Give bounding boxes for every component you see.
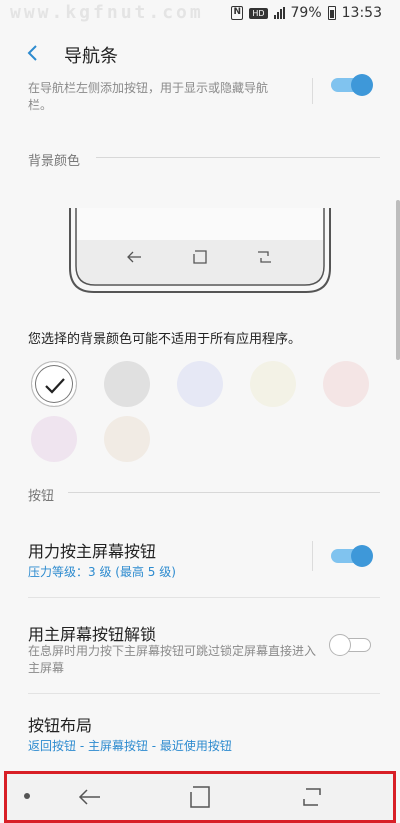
nav-bar-highlight	[4, 771, 396, 823]
battery-icon	[327, 6, 336, 20]
toggle-knob	[351, 545, 373, 567]
hide-nav-description: 在导航栏左侧添加按钮，用于显示或隐藏导航栏。	[28, 81, 269, 112]
color-swatch-lilac[interactable]	[31, 416, 77, 462]
section-header-background-color: 背景颜色	[28, 154, 81, 169]
section-divider	[68, 492, 380, 493]
row-divider	[28, 693, 380, 694]
status-time: 13:53	[341, 5, 382, 21]
scrollbar-thumb[interactable]	[396, 200, 400, 360]
color-swatch-beige[interactable]	[104, 416, 150, 462]
unlock-toggle[interactable]	[329, 634, 371, 656]
toggle-knob	[329, 634, 351, 656]
hide-nav-toggle[interactable]	[331, 74, 373, 96]
color-swatch-lavender[interactable]	[177, 361, 223, 407]
back-button[interactable]	[18, 38, 48, 68]
unlock-title: 用主屏幕按钮解锁	[28, 625, 157, 644]
pressure-level: 压力等级：3 级 (最高 5 级)	[28, 565, 176, 579]
row-divider	[28, 597, 380, 598]
pressure-toggle[interactable]	[331, 545, 373, 567]
section-header-buttons: 按钮	[28, 489, 55, 504]
divider	[312, 78, 313, 104]
divider	[312, 541, 313, 571]
button-layout-title: 按钮布局	[28, 716, 93, 735]
color-swatch-gray[interactable]	[104, 361, 150, 407]
pressure-title: 用力按主屏幕按钮	[28, 542, 157, 561]
signal-icon	[273, 7, 285, 19]
battery-percent: 79%	[290, 5, 322, 21]
color-note: 您选择的背景颜色可能不适用于所有应用程序。	[28, 332, 302, 347]
hd-voice-icon: HD	[249, 7, 268, 19]
nfc-icon: N	[231, 6, 244, 20]
chevron-left-icon	[27, 45, 37, 61]
check-icon	[45, 378, 65, 394]
watermark: www.kgfnut.com	[10, 2, 204, 23]
color-swatch-cream[interactable]	[250, 361, 296, 407]
color-swatch-pink[interactable]	[323, 361, 369, 407]
unlock-description: 在息屏时用力按下主屏幕按钮可跳过锁定屏幕直接进入主屏幕	[28, 644, 317, 675]
page-title: 导航条	[64, 46, 118, 67]
nav-bar-preview	[69, 208, 331, 293]
status-bar: www.kgfnut.com N HD 79% 13:53	[0, 0, 400, 28]
app-header: 导航条	[0, 30, 400, 78]
button-layout-value: 返回按钮 - 主屏幕按钮 - 最近使用按钮	[28, 739, 232, 753]
toggle-knob	[351, 74, 373, 96]
section-divider	[96, 157, 380, 158]
status-icons: N HD 79% 13:53	[231, 5, 382, 21]
color-swatch-white[interactable]	[31, 361, 77, 407]
